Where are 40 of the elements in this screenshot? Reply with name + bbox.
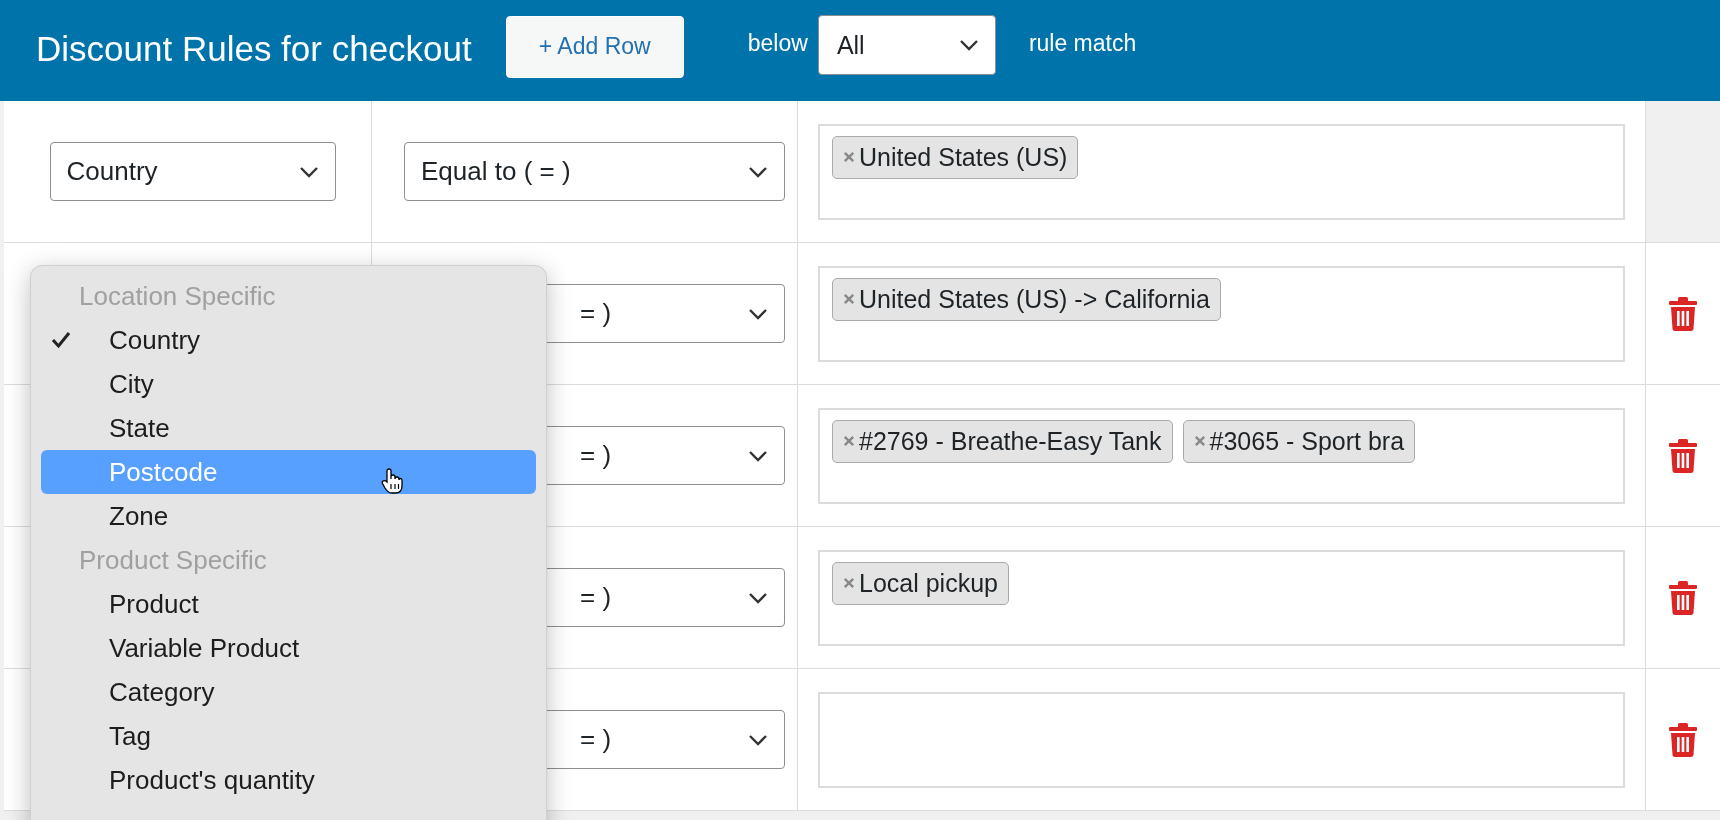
value-tag: Local pickup bbox=[832, 561, 1009, 605]
value-tag: #3065 - Sport bra bbox=[1182, 419, 1416, 463]
remove-icon[interactable] bbox=[843, 293, 855, 305]
chevron-icon bbox=[298, 165, 319, 178]
trash-icon[interactable] bbox=[1669, 296, 1697, 331]
remove-icon[interactable] bbox=[843, 577, 855, 589]
chevron-icon bbox=[748, 165, 768, 178]
condition-select[interactable]: Country bbox=[49, 142, 336, 201]
remove-icon[interactable] bbox=[843, 151, 855, 163]
values-field[interactable]: United States (US) -> California bbox=[818, 265, 1625, 362]
checkmark-icon bbox=[51, 331, 71, 349]
value-tag: United States (US) -> California bbox=[832, 277, 1221, 321]
values-field[interactable]: Local pickup bbox=[818, 549, 1625, 646]
chevron-icon bbox=[748, 591, 768, 604]
hand-cursor-icon bbox=[381, 468, 403, 494]
match-select[interactable]: All bbox=[817, 15, 996, 75]
values-field[interactable]: #2769 - Breathe-Easy Tank #3065 - Sport bra bbox=[818, 407, 1625, 504]
chevron-icon bbox=[748, 733, 768, 746]
page-title: Discount Rules for checkout bbox=[36, 28, 472, 69]
add-row-button[interactable]: + Add Row bbox=[505, 15, 684, 78]
menu-item[interactable]: Variable Product bbox=[41, 626, 536, 670]
rule-match-label: rule match bbox=[1028, 30, 1137, 57]
remove-icon[interactable] bbox=[843, 435, 855, 447]
menu-item[interactable]: Zone bbox=[41, 494, 536, 538]
operator-select[interactable]: Equal to ( = ) bbox=[404, 142, 785, 201]
chevron-icon bbox=[748, 449, 768, 462]
value-tag: #2769 - Breathe-Easy Tank bbox=[832, 419, 1173, 463]
values-field[interactable] bbox=[818, 691, 1625, 788]
trash-icon[interactable] bbox=[1669, 722, 1697, 757]
remove-icon[interactable] bbox=[1193, 435, 1206, 447]
menu-item[interactable]: City bbox=[41, 362, 536, 406]
menu-group-label: Location Specific bbox=[78, 279, 277, 313]
menu-group-label: Product Specific bbox=[78, 543, 268, 577]
trash-icon[interactable] bbox=[1669, 580, 1697, 615]
values-field[interactable]: United States (US) bbox=[818, 123, 1625, 220]
chevron-icon bbox=[748, 307, 768, 320]
value-tag: United States (US) bbox=[832, 135, 1079, 179]
trash-icon[interactable] bbox=[1669, 438, 1697, 473]
chevron-icon bbox=[958, 39, 979, 51]
below-label: below bbox=[747, 30, 808, 57]
